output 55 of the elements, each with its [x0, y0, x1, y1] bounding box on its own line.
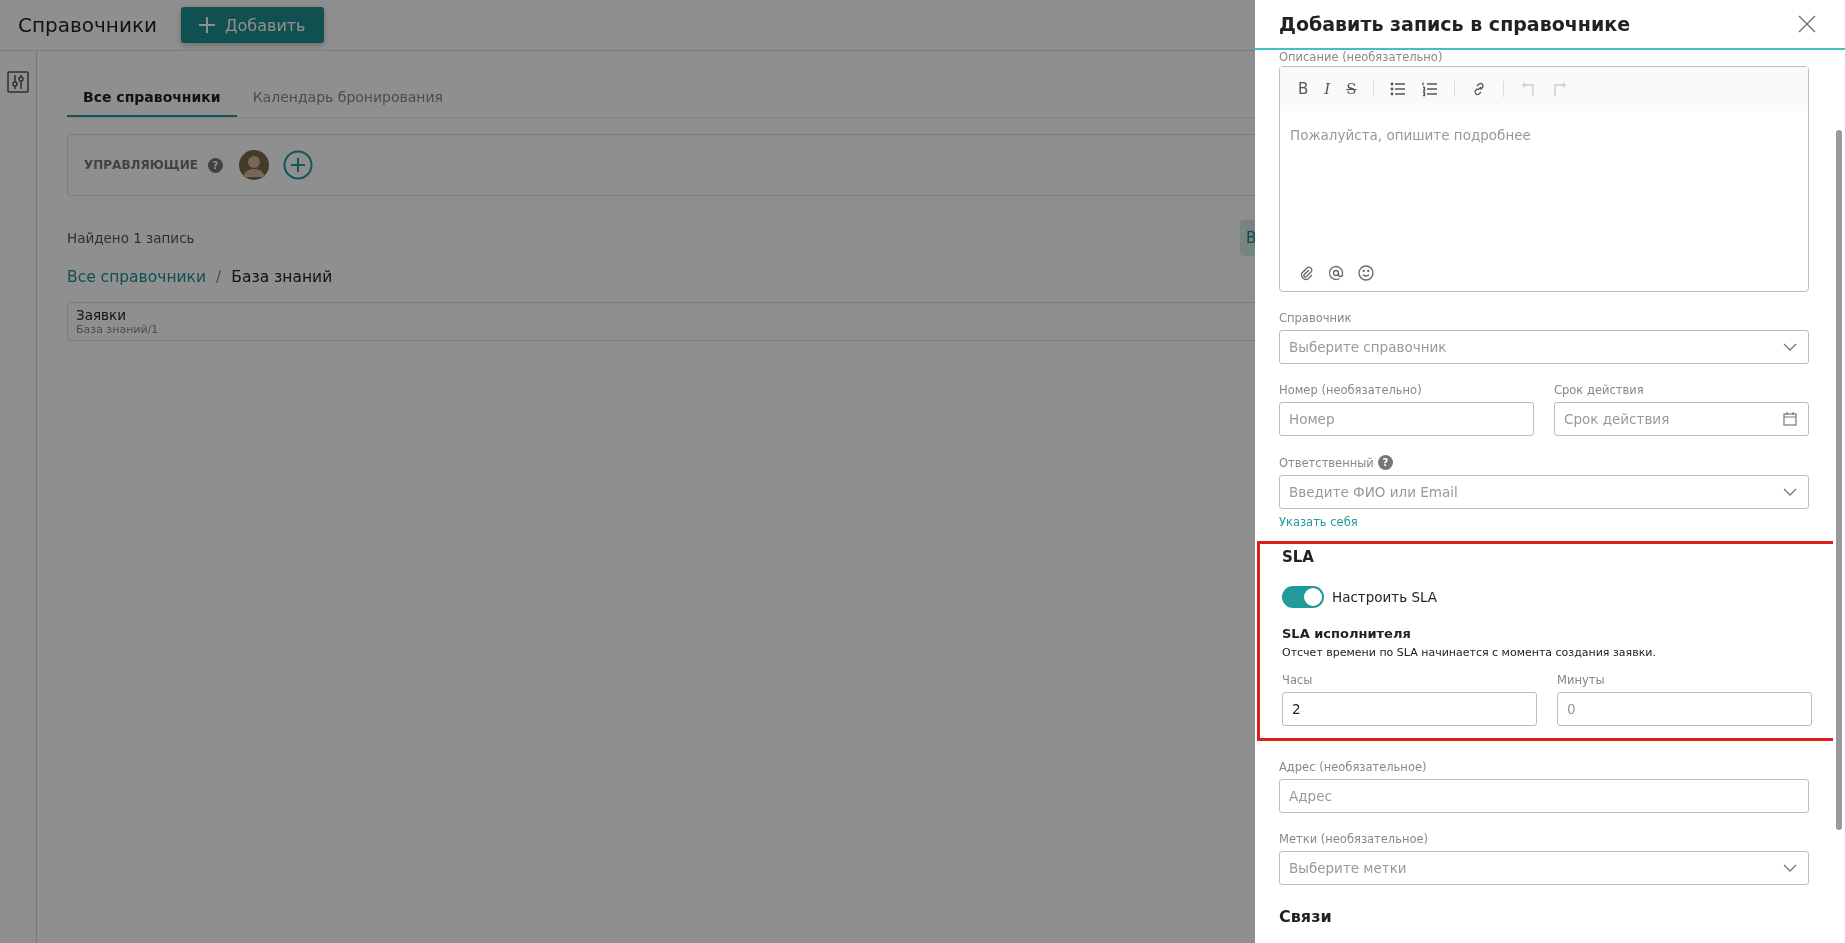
bold-button[interactable]: B	[1298, 80, 1309, 98]
help-icon[interactable]: ?	[207, 157, 223, 173]
input-field[interactable]: Номер	[1279, 402, 1534, 436]
toggle-switch[interactable]	[1282, 586, 1324, 608]
date-field[interactable]: Срок действия	[1554, 402, 1809, 436]
scrollbar[interactable]	[1836, 130, 1842, 830]
field-label: Минуты	[1557, 673, 1605, 687]
field-label: Метки (необязательное)	[1279, 832, 1429, 846]
description-placeholder: Пожалуйста, опишите подробнее	[1290, 127, 1531, 143]
chevron-down-icon	[1783, 343, 1797, 351]
input-field[interactable]: 0	[1557, 692, 1812, 726]
plus-icon	[197, 15, 217, 35]
select-field[interactable]: Выберите метки	[1279, 851, 1809, 885]
filter-icon[interactable]	[7, 71, 29, 93]
field-label: Адрес (необязательное)	[1279, 760, 1427, 774]
input-field[interactable]: Адрес	[1279, 779, 1809, 813]
paperclip-icon[interactable]	[1298, 265, 1314, 281]
input-field[interactable]: 2	[1282, 692, 1537, 726]
breadcrumb: База знаний	[231, 268, 333, 286]
breadcrumb-separator: /	[216, 268, 222, 286]
field-label: Срок действия	[1554, 383, 1644, 397]
help-icon[interactable]: ?	[1377, 455, 1393, 470]
assign-self-link[interactable]: Указать себя	[1279, 515, 1358, 529]
numbered-list-icon[interactable]	[1421, 81, 1438, 97]
record-path: База знаний/1	[76, 323, 159, 336]
close-icon[interactable]	[1797, 14, 1817, 34]
record-title: Заявки	[76, 307, 126, 323]
sla-note: Отсчет времени по SLA начинается с момента создания заявки.	[1282, 646, 1657, 659]
add-circle-icon[interactable]	[282, 150, 313, 180]
field-label: Описание (необязательно)	[1279, 50, 1444, 64]
field-label: Ответственный	[1279, 455, 1374, 470]
tab[interactable]: Все справочники	[67, 79, 237, 117]
field-label: Часы	[1282, 673, 1313, 687]
description-editor[interactable]: B I S Пожалуйста, опишите подробнее	[1279, 66, 1809, 292]
bullet-list-icon[interactable]	[1389, 81, 1406, 97]
strike-button[interactable]: S	[1346, 80, 1357, 98]
avatar[interactable]	[238, 150, 269, 180]
smiley-icon[interactable]	[1358, 265, 1374, 281]
field-label: Номер (необязательно)	[1279, 383, 1422, 397]
field-label: Справочник	[1279, 311, 1352, 325]
section-heading: SLA	[1282, 548, 1315, 566]
calendar-icon	[1783, 412, 1797, 426]
chevron-down-icon	[1783, 864, 1797, 872]
managers-label: УПРАВЛЯЮЩИЕ	[84, 158, 198, 172]
select-field[interactable]: Выберите справочник	[1279, 330, 1809, 364]
italic-button[interactable]: I	[1324, 80, 1331, 98]
records-count: Найдено 1 запись	[67, 230, 195, 246]
chevron-down-icon	[1783, 488, 1797, 496]
subheading: SLA исполнителя	[1282, 626, 1412, 641]
section-heading: Связи	[1279, 907, 1333, 926]
panel-title: Добавить запись в справочнике	[1279, 13, 1631, 35]
at-sign-icon[interactable]	[1328, 265, 1344, 281]
page-title: Справочники	[18, 13, 157, 37]
toggle-label: Настроить SLA	[1332, 589, 1438, 605]
select-field[interactable]: Введите ФИО или Email	[1279, 475, 1809, 509]
